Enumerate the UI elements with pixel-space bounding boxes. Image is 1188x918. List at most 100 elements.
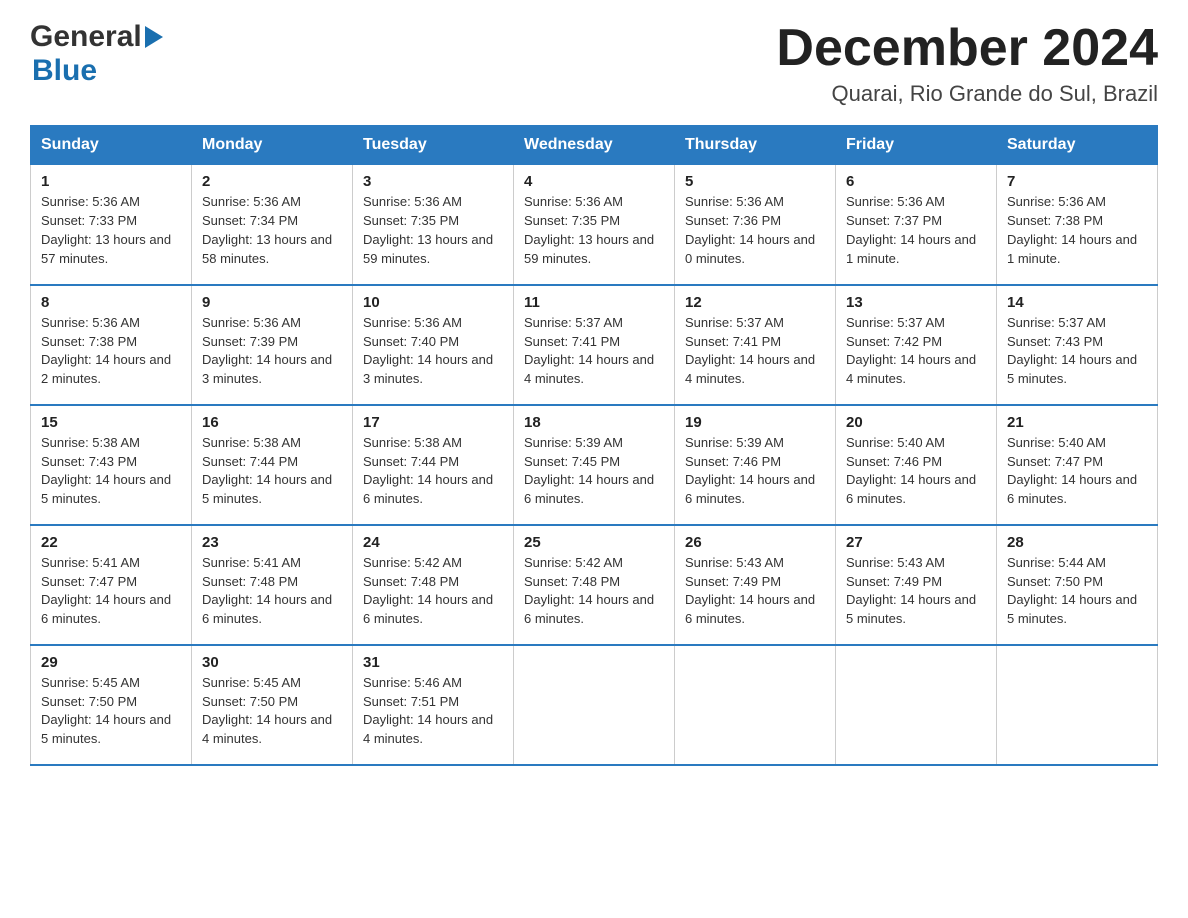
calendar-cell: 10 Sunrise: 5:36 AMSunset: 7:40 PMDayligh…	[353, 285, 514, 405]
day-number: 3	[363, 173, 503, 190]
day-number: 19	[685, 414, 825, 431]
header-day-friday: Friday	[836, 126, 997, 165]
calendar-cell: 29Sunrise: 5:45 AMSunset: 7:50 PMDayligh…	[31, 645, 192, 765]
day-number: 17	[363, 414, 503, 431]
day-info: Sunrise: 5:44 AMSunset: 7:50 PMDaylight:…	[1007, 554, 1147, 629]
day-info: Sunrise: 5:39 AMSunset: 7:45 PMDaylight:…	[524, 434, 664, 509]
day-number: 12	[685, 294, 825, 311]
header-day-wednesday: Wednesday	[514, 126, 675, 165]
calendar-cell: 7 Sunrise: 5:36 AMSunset: 7:38 PMDaylight…	[997, 165, 1158, 285]
day-info: Sunrise: 5:37 AMSunset: 7:41 PMDaylight:…	[524, 314, 664, 389]
calendar-cell: 9 Sunrise: 5:36 AMSunset: 7:39 PMDaylight…	[192, 285, 353, 405]
logo-general-text: General	[30, 20, 142, 54]
day-number: 27	[846, 534, 986, 551]
calendar-week-row: 22Sunrise: 5:41 AMSunset: 7:47 PMDayligh…	[31, 525, 1158, 645]
day-info: Sunrise: 5:37 AMSunset: 7:41 PMDaylight:…	[685, 314, 825, 389]
calendar-table: SundayMondayTuesdayWednesdayThursdayFrid…	[30, 125, 1158, 766]
calendar-cell: 16 Sunrise: 5:38 AMSunset: 7:44 PMDayligh…	[192, 405, 353, 525]
day-number: 5	[685, 173, 825, 190]
header-day-monday: Monday	[192, 126, 353, 165]
calendar-cell: 19 Sunrise: 5:39 AMSunset: 7:46 PMDayligh…	[675, 405, 836, 525]
location-title: Quarai, Rio Grande do Sul, Brazil	[776, 81, 1158, 107]
calendar-cell: 3Sunrise: 5:36 AMSunset: 7:35 PMDaylight…	[353, 165, 514, 285]
header: General Blue December 2024 Quarai, Rio G…	[30, 20, 1158, 107]
day-info: Sunrise: 5:36 AMSunset: 7:38 PMDaylight:…	[41, 314, 181, 389]
calendar-week-row: 1 Sunrise: 5:36 AMSunset: 7:33 PMDaylight…	[31, 165, 1158, 285]
day-info: Sunrise: 5:37 AMSunset: 7:42 PMDaylight:…	[846, 314, 986, 389]
day-number: 9	[202, 294, 342, 311]
day-number: 20	[846, 414, 986, 431]
day-number: 7	[1007, 173, 1147, 190]
day-number: 29	[41, 654, 181, 671]
day-number: 31	[363, 654, 503, 671]
day-info: Sunrise: 5:40 AMSunset: 7:46 PMDaylight:…	[846, 434, 986, 509]
calendar-cell: 28Sunrise: 5:44 AMSunset: 7:50 PMDayligh…	[997, 525, 1158, 645]
day-info: Sunrise: 5:38 AMSunset: 7:44 PMDaylight:…	[363, 434, 503, 509]
day-info: Sunrise: 5:36 AMSunset: 7:40 PMDaylight:…	[363, 314, 503, 389]
day-info: Sunrise: 5:36 AMSunset: 7:38 PMDaylight:…	[1007, 193, 1147, 268]
header-day-thursday: Thursday	[675, 126, 836, 165]
day-info: Sunrise: 5:36 AMSunset: 7:39 PMDaylight:…	[202, 314, 342, 389]
calendar-cell: 2 Sunrise: 5:36 AMSunset: 7:34 PMDaylight…	[192, 165, 353, 285]
day-info: Sunrise: 5:46 AMSunset: 7:51 PMDaylight:…	[363, 674, 503, 749]
calendar-cell: 1 Sunrise: 5:36 AMSunset: 7:33 PMDaylight…	[31, 165, 192, 285]
calendar-cell: 25Sunrise: 5:42 AMSunset: 7:48 PMDayligh…	[514, 525, 675, 645]
day-number: 23	[202, 534, 342, 551]
day-number: 1	[41, 173, 181, 190]
day-info: Sunrise: 5:36 AMSunset: 7:35 PMDaylight:…	[524, 193, 664, 268]
calendar-cell: 23 Sunrise: 5:41 AMSunset: 7:48 PMDayligh…	[192, 525, 353, 645]
calendar-cell	[514, 645, 675, 765]
calendar-cell: 5 Sunrise: 5:36 AMSunset: 7:36 PMDaylight…	[675, 165, 836, 285]
calendar-cell	[836, 645, 997, 765]
calendar-cell	[675, 645, 836, 765]
day-info: Sunrise: 5:41 AMSunset: 7:48 PMDaylight:…	[202, 554, 342, 629]
day-number: 18	[524, 414, 664, 431]
day-info: Sunrise: 5:38 AMSunset: 7:44 PMDaylight:…	[202, 434, 342, 509]
day-info: Sunrise: 5:43 AMSunset: 7:49 PMDaylight:…	[685, 554, 825, 629]
calendar-week-row: 15Sunrise: 5:38 AMSunset: 7:43 PMDayligh…	[31, 405, 1158, 525]
day-number: 11	[524, 294, 664, 311]
calendar-cell: 30Sunrise: 5:45 AMSunset: 7:50 PMDayligh…	[192, 645, 353, 765]
calendar-cell: 27 Sunrise: 5:43 AMSunset: 7:49 PMDayligh…	[836, 525, 997, 645]
day-number: 26	[685, 534, 825, 551]
day-number: 8	[41, 294, 181, 311]
day-info: Sunrise: 5:39 AMSunset: 7:46 PMDaylight:…	[685, 434, 825, 509]
day-number: 25	[524, 534, 664, 551]
day-number: 21	[1007, 414, 1147, 431]
calendar-cell: 6Sunrise: 5:36 AMSunset: 7:37 PMDaylight…	[836, 165, 997, 285]
logo-arrow-icon	[145, 26, 163, 48]
day-number: 16	[202, 414, 342, 431]
day-number: 2	[202, 173, 342, 190]
calendar-cell: 20 Sunrise: 5:40 AMSunset: 7:46 PMDayligh…	[836, 405, 997, 525]
day-info: Sunrise: 5:36 AMSunset: 7:36 PMDaylight:…	[685, 193, 825, 268]
calendar-cell: 24Sunrise: 5:42 AMSunset: 7:48 PMDayligh…	[353, 525, 514, 645]
logo: General Blue	[30, 20, 163, 88]
calendar-cell: 18 Sunrise: 5:39 AMSunset: 7:45 PMDayligh…	[514, 405, 675, 525]
calendar-cell: 8 Sunrise: 5:36 AMSunset: 7:38 PMDaylight…	[31, 285, 192, 405]
day-number: 14	[1007, 294, 1147, 311]
logo-blue-text: Blue	[32, 54, 97, 87]
calendar-cell	[997, 645, 1158, 765]
day-info: Sunrise: 5:40 AMSunset: 7:47 PMDaylight:…	[1007, 434, 1147, 509]
day-number: 13	[846, 294, 986, 311]
day-info: Sunrise: 5:36 AMSunset: 7:33 PMDaylight:…	[41, 193, 181, 268]
day-info: Sunrise: 5:36 AMSunset: 7:34 PMDaylight:…	[202, 193, 342, 268]
day-number: 10	[363, 294, 503, 311]
calendar-header-row: SundayMondayTuesdayWednesdayThursdayFrid…	[31, 126, 1158, 165]
calendar-cell: 22Sunrise: 5:41 AMSunset: 7:47 PMDayligh…	[31, 525, 192, 645]
header-day-sunday: Sunday	[31, 126, 192, 165]
calendar-cell: 4Sunrise: 5:36 AMSunset: 7:35 PMDaylight…	[514, 165, 675, 285]
day-number: 22	[41, 534, 181, 551]
day-info: Sunrise: 5:36 AMSunset: 7:37 PMDaylight:…	[846, 193, 986, 268]
calendar-week-row: 29 Sunrise: 5:45 AMSunset: 7:50 PMDayligh…	[31, 645, 1158, 765]
calendar-cell: 14Sunrise: 5:37 AMSunset: 7:43 PMDayligh…	[997, 285, 1158, 405]
calendar-week-row: 8 Sunrise: 5:36 AMSunset: 7:38 PMDaylight…	[31, 285, 1158, 405]
day-number: 24	[363, 534, 503, 551]
day-info: Sunrise: 5:45 AMSunset: 7:50 PMDaylight:…	[202, 674, 342, 749]
calendar-cell: 17 Sunrise: 5:38 AMSunset: 7:44 PMDayligh…	[353, 405, 514, 525]
day-info: Sunrise: 5:43 AMSunset: 7:49 PMDaylight:…	[846, 554, 986, 629]
header-day-saturday: Saturday	[997, 126, 1158, 165]
calendar-cell: 12 Sunrise: 5:37 AMSunset: 7:41 PMDayligh…	[675, 285, 836, 405]
calendar-cell: 15Sunrise: 5:38 AMSunset: 7:43 PMDayligh…	[31, 405, 192, 525]
day-number: 15	[41, 414, 181, 431]
